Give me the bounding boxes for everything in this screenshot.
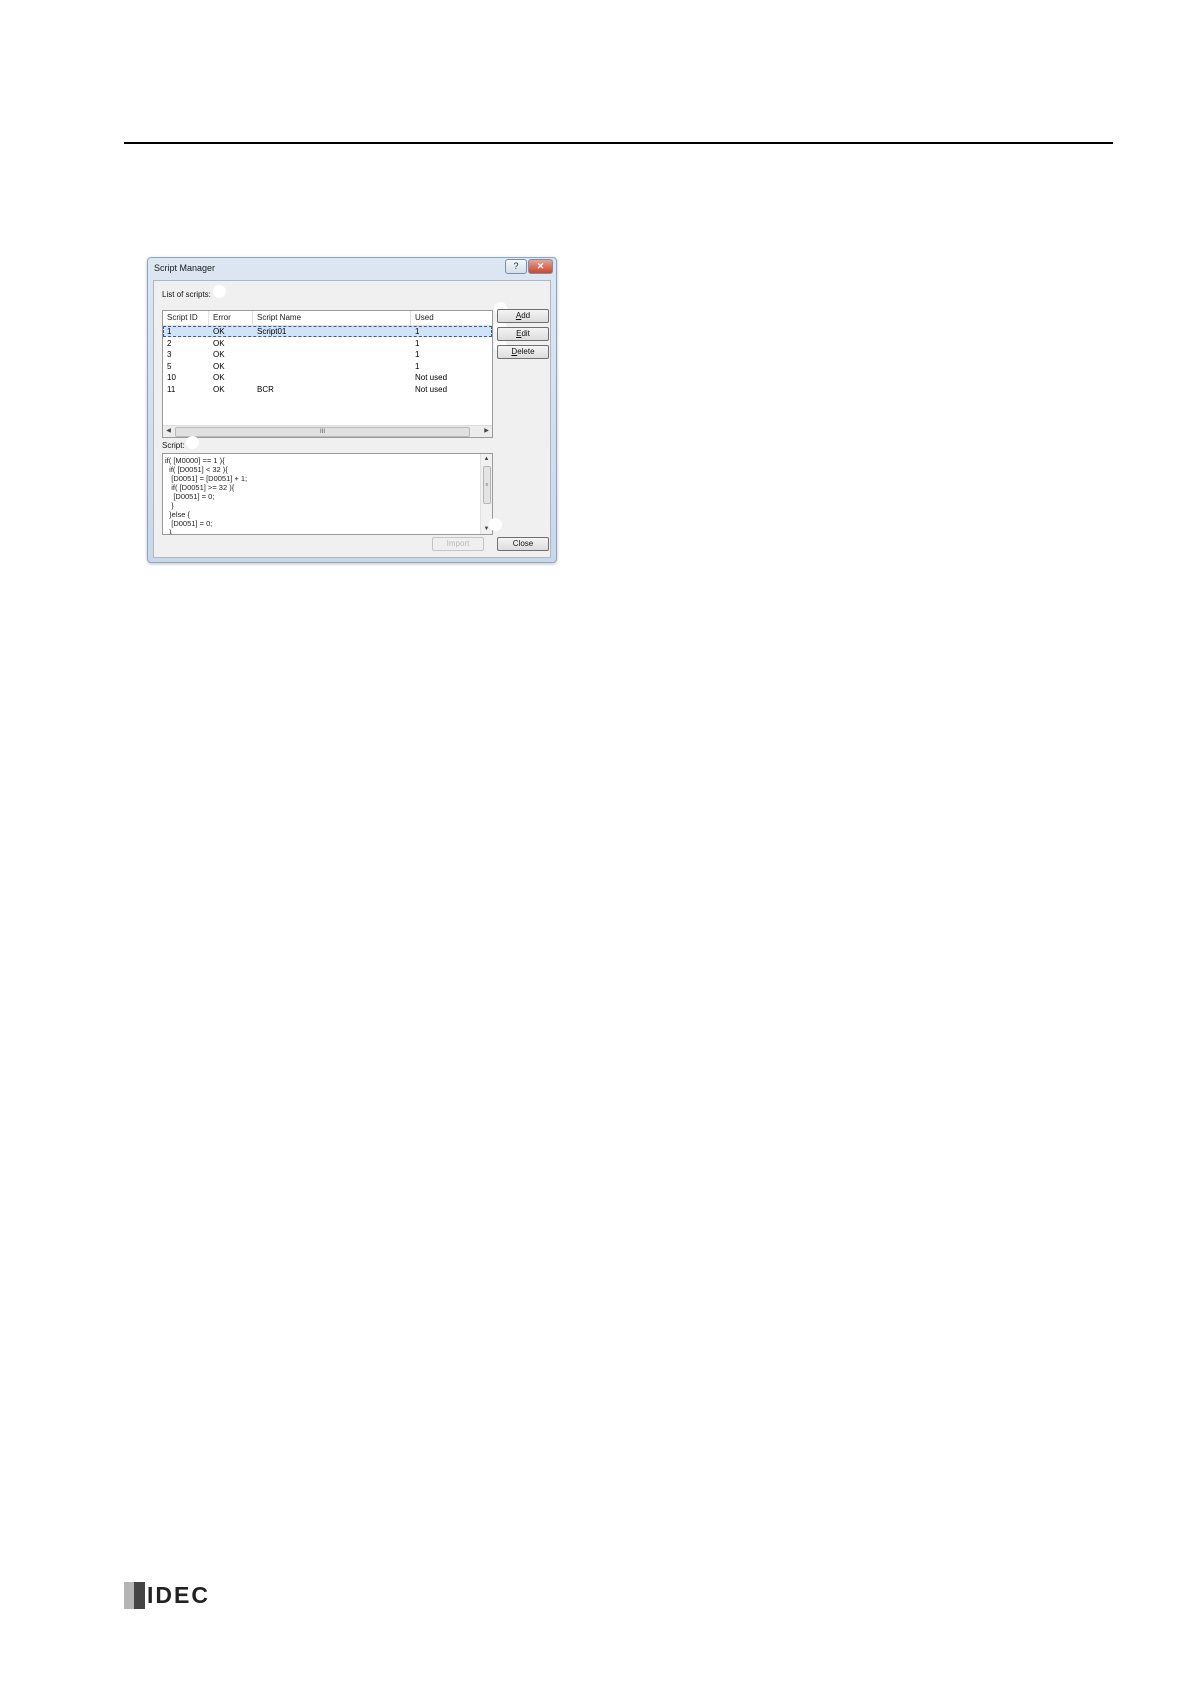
add-button[interactable]: Add <box>497 309 549 323</box>
table-cell-name: Script01 <box>257 327 287 336</box>
table-row[interactable]: 10 OK Not used <box>163 372 492 383</box>
import-button[interactable]: Import <box>432 537 484 551</box>
callout-marker <box>186 436 199 449</box>
table-cell-error: OK <box>213 338 225 348</box>
table-row[interactable]: 3 OK 1 <box>163 349 492 360</box>
script-label: Script: <box>162 441 185 450</box>
table-cell-name: BCR <box>257 384 274 394</box>
help-button[interactable]: ? <box>505 259 527 274</box>
table-cell-used: 1 <box>415 327 420 336</box>
table-cell-error: OK <box>213 373 225 382</box>
delete-label-post: elete <box>517 347 535 356</box>
column-header-used[interactable]: Used <box>411 311 492 325</box>
header-rule <box>124 142 1113 144</box>
table-cell-script-id: 3 <box>167 350 172 359</box>
scroll-up-icon[interactable]: ▲ <box>481 454 492 464</box>
table-row[interactable]: 1 OK Script01 1 <box>163 326 492 337</box>
close-button[interactable]: Close <box>497 537 549 551</box>
title-bar[interactable]: Script Manager ? ✕ <box>148 258 556 280</box>
table-cell-script-id: 5 <box>167 361 172 371</box>
list-header: Script ID Error Script Name Used <box>163 311 492 326</box>
scripts-list[interactable]: Script ID Error Script Name Used 1 OK Scri… <box>162 310 493 438</box>
column-header-script-name[interactable]: Script Name <box>253 311 411 325</box>
add-label-post: dd <box>521 311 531 320</box>
edit-button[interactable]: Edit <box>497 327 549 341</box>
table-cell-script-id: 2 <box>167 338 172 348</box>
table-cell-error: OK <box>213 350 225 359</box>
scroll-left-icon[interactable]: ◀ <box>163 426 174 437</box>
table-cell-used: 1 <box>415 350 420 359</box>
dialog-client-area: List of scripts: Script ID Error Script … <box>153 280 551 558</box>
table-cell-script-id: 1 <box>167 327 172 336</box>
list-of-scripts-label: List of scripts: <box>162 290 211 299</box>
callout-marker <box>213 285 226 298</box>
table-cell-used: Not used <box>415 373 448 382</box>
column-header-script-id[interactable]: Script ID <box>163 311 209 325</box>
table-cell-used: Not used <box>415 384 448 394</box>
vertical-scroll-thumb[interactable]: ≡ <box>483 466 491 504</box>
callout-marker <box>437 518 450 531</box>
script-code: if( [M0000] == 1 ){ if( [D0051] < 32 ){ … <box>165 456 248 535</box>
table-cell-error: OK <box>213 384 225 394</box>
table-row[interactable]: 5 OK 1 <box>163 361 492 372</box>
table-row[interactable]: 2 OK 1 <box>163 338 492 349</box>
horizontal-scrollbar[interactable]: ◀ III ▶ <box>163 425 492 437</box>
edit-label-post: dit <box>521 329 530 338</box>
callout-marker <box>489 518 502 531</box>
table-row[interactable]: 11 OK BCR Not used <box>163 384 492 395</box>
table-cell-script-id: 10 <box>167 373 176 382</box>
table-cell-used: 1 <box>415 338 420 348</box>
scroll-right-icon[interactable]: ▶ <box>481 426 492 437</box>
dialog-title: Script Manager <box>154 263 216 273</box>
idec-logo-mark <box>124 1582 145 1609</box>
delete-button[interactable]: Delete <box>497 345 549 359</box>
script-manager-dialog: Script Manager ? ✕ List of scripts: Scri… <box>147 257 557 563</box>
table-cell-error: OK <box>213 361 225 371</box>
table-cell-used: 1 <box>415 361 420 371</box>
horizontal-scroll-thumb[interactable]: III <box>175 427 470 437</box>
close-window-button[interactable]: ✕ <box>528 259 553 274</box>
column-header-error[interactable]: Error <box>209 311 253 325</box>
idec-logo-text: IDEC <box>147 1582 210 1608</box>
table-cell-error: OK <box>213 327 225 336</box>
table-cell-script-id: 11 <box>167 384 176 394</box>
